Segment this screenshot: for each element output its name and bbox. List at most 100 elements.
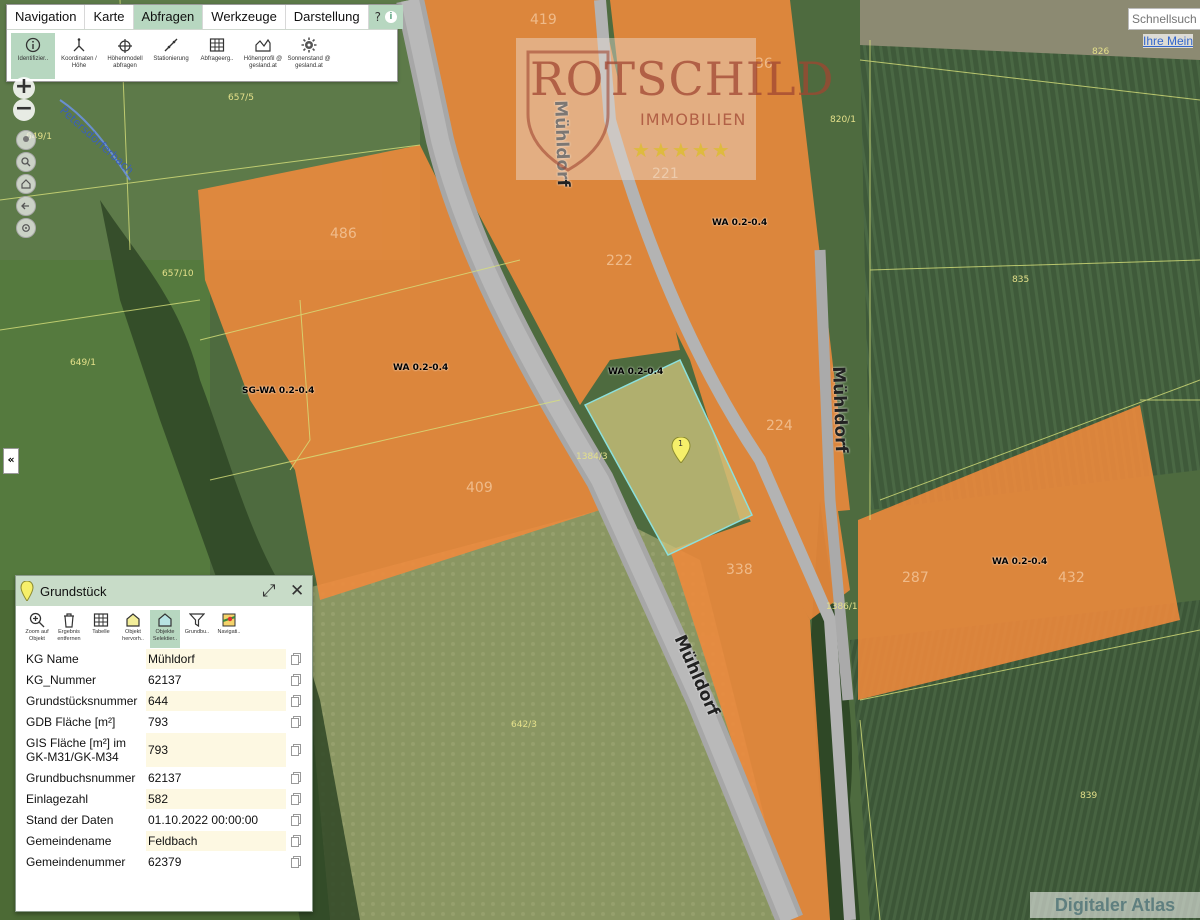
table-row: Stand der Daten 01.10.2022 00:00:00 <box>24 809 305 830</box>
map-pin-tool[interactable] <box>16 130 36 150</box>
expand-icon[interactable]: ⤢ <box>262 581 276 601</box>
collapse-panel-button[interactable]: « <box>3 448 19 474</box>
tool-label: Höhenmodell abfragen <box>107 56 143 69</box>
tool-label: Objekt hervorh.. <box>122 629 144 642</box>
table-row: Gemeindenummer 62379 <box>24 851 305 872</box>
table-row: Einlagezahl 582 <box>24 788 305 809</box>
attribute-value: Mühldorf <box>146 649 286 669</box>
attribute-value: 01.10.2022 00:00:00 <box>146 810 286 830</box>
tool-label: Identifizier.. <box>17 56 49 62</box>
back-arrow-icon <box>21 202 29 210</box>
table-row: Gemeindename Feldbach <box>24 830 305 851</box>
help-button[interactable]: ? i <box>368 5 403 29</box>
select-objects-button[interactable]: Objekte Selektier.. <box>150 610 180 648</box>
navigation-button[interactable]: Navigati.. <box>214 610 244 648</box>
attribute-key: Stand der Daten <box>26 813 114 827</box>
pin-icon <box>20 581 34 601</box>
home-extent-button[interactable] <box>16 174 36 194</box>
highlight-object-icon <box>126 613 140 627</box>
grundbuch-button[interactable]: Grundbu.. <box>182 610 212 648</box>
zoom-to-object-button[interactable]: Zoom auf Objekt <box>22 610 52 648</box>
copy-icon[interactable] <box>286 712 305 732</box>
info-icon: i <box>384 11 397 23</box>
table-row: Grundbuchsnummer 62137 <box>24 767 305 788</box>
tool-label: Navigati.. <box>217 629 241 635</box>
coordinates-icon <box>73 38 85 52</box>
attribute-key: Grundstücksnummer <box>26 694 138 708</box>
watermark-subtext: IMMOBILIEN <box>640 110 747 129</box>
location-marker[interactable]: 1 <box>671 436 691 464</box>
close-icon[interactable]: ✕ <box>290 581 304 601</box>
tool-label: Stationierung <box>153 56 189 62</box>
tool-height-profile[interactable]: Höhenprofil @ gesland.at <box>241 33 285 79</box>
attribute-key: Einlagezahl <box>26 792 89 806</box>
table-row: KG_Nummer 62137 <box>24 669 305 690</box>
menu-navigation[interactable]: Navigation <box>7 5 86 29</box>
menu-darstellung[interactable]: Darstellung <box>286 5 369 29</box>
zoom-box-tool[interactable] <box>16 152 36 172</box>
attribute-key: KG_Nummer <box>26 673 97 687</box>
copy-icon[interactable] <box>286 852 305 872</box>
tool-label: Abfrageerg.. <box>200 56 234 62</box>
top-menu-panel: Navigation Karte Abfragen Werkzeuge Dars… <box>6 4 403 82</box>
quick-search-input[interactable] <box>1128 8 1200 30</box>
menu-abfragen[interactable]: Abfragen <box>133 5 204 29</box>
query-toolbar: Identifizier.. Koordinaten / Höhe Höhenm… <box>7 30 397 82</box>
copy-icon[interactable] <box>286 831 305 851</box>
tool-label: Tabelle <box>92 629 110 635</box>
ihre-meinung-link[interactable]: Ihre Mein <box>1143 34 1194 48</box>
tool-label: Ergebnis entfernen <box>57 629 81 642</box>
attribute-value: 793 <box>146 733 286 767</box>
table-button[interactable]: Tabelle <box>86 610 116 648</box>
panel-header: Grundstück ⤢ ✕ <box>16 576 312 606</box>
copy-icon[interactable] <box>286 733 305 767</box>
remove-result-button[interactable]: Ergebnis entfernen <box>54 610 84 648</box>
attribute-value: Feldbach <box>146 831 286 851</box>
tool-identify[interactable]: Identifizier.. <box>11 33 55 79</box>
table-row: GIS Fläche [m²] im GK-M31/GK-M34 793 <box>24 732 305 767</box>
star-rating-icon: ★★★★★ <box>632 138 732 162</box>
tool-coordinates[interactable]: Koordinaten / Höhe <box>57 33 101 79</box>
tool-label: Höhenprofil @ gesland.at <box>243 56 283 69</box>
table-icon <box>209 38 225 52</box>
attribute-key: KG Name <box>26 652 79 666</box>
copy-icon[interactable] <box>286 691 305 711</box>
crosshair-icon <box>22 224 30 232</box>
highlight-object-button[interactable]: Objekt hervorh.. <box>118 610 148 648</box>
zoom-object-icon <box>29 612 45 628</box>
tool-stationing[interactable]: Stationierung <box>149 33 193 79</box>
attribute-value: 793 <box>146 712 286 732</box>
menu-werkzeuge[interactable]: Werkzeuge <box>203 5 286 29</box>
attribute-table: KG Name Mühldorf KG_Nummer 62137 Grundstüc… <box>24 648 305 872</box>
tool-query-results[interactable]: Abfrageerg.. <box>195 33 239 79</box>
tool-label: Zoom auf Objekt <box>25 629 49 642</box>
copy-icon[interactable] <box>286 670 305 690</box>
previous-extent-button[interactable] <box>16 196 36 216</box>
zoom-out-button[interactable]: − <box>13 98 35 121</box>
tool-height-model[interactable]: Höhenmodell abfragen <box>103 33 147 79</box>
copy-icon[interactable] <box>286 789 305 809</box>
locate-button[interactable] <box>16 218 36 238</box>
table-row: GDB Fläche [m²] 793 <box>24 711 305 732</box>
tool-label: Koordinaten / Höhe <box>61 56 97 69</box>
table-row: KG Name Mühldorf <box>24 648 305 669</box>
attribution-logo: Digitaler Atlas <box>1030 892 1200 918</box>
pin-icon <box>23 136 29 142</box>
tool-label: Objekte Selektier.. <box>152 629 178 642</box>
attribute-value: 644 <box>146 691 286 711</box>
tool-sun-position[interactable]: Sonnenstand @ gesland.at <box>287 33 331 79</box>
select-objects-icon <box>158 613 172 627</box>
stationing-icon <box>164 38 178 52</box>
feature-info-panel: Grundstück ⤢ ✕ Zoom auf Objekt Ergebnis … <box>15 575 313 912</box>
trash-icon <box>64 613 74 628</box>
copy-icon[interactable] <box>286 649 305 669</box>
copy-icon[interactable] <box>286 810 305 830</box>
marker-number: 1 <box>678 439 684 448</box>
attribute-key: Gemeindenummer <box>26 855 126 869</box>
attribute-key: GIS Fläche [m²] im GK-M31/GK-M34 <box>26 736 127 764</box>
filter-icon <box>189 613 205 628</box>
attribute-value: 62137 <box>146 670 286 690</box>
menu-karte[interactable]: Karte <box>85 5 134 29</box>
copy-icon[interactable] <box>286 768 305 788</box>
height-model-icon <box>118 39 132 53</box>
